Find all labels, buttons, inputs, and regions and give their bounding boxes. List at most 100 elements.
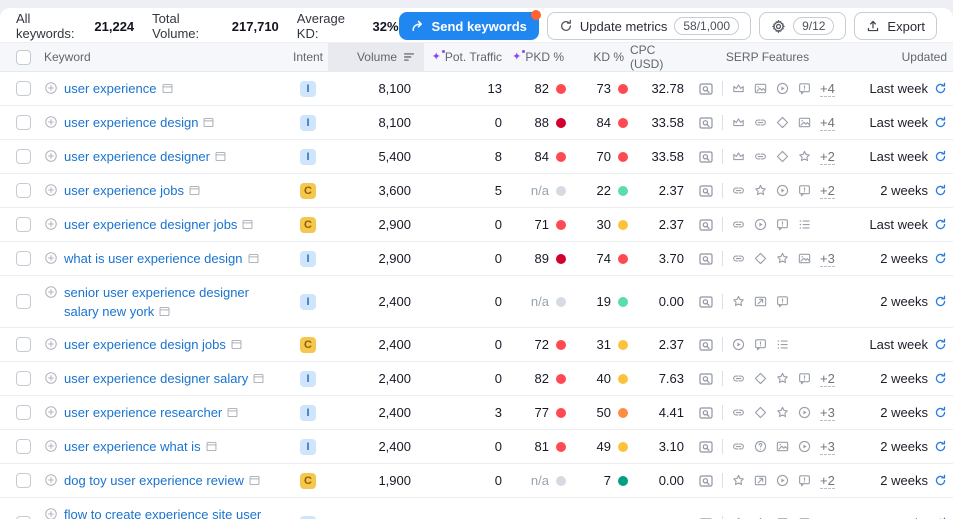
- serp-preview-icon[interactable]: [698, 217, 714, 233]
- serp-preview-icon[interactable]: [698, 183, 714, 199]
- add-keyword-icon[interactable]: [44, 149, 58, 163]
- refresh-metrics-icon[interactable]: [934, 338, 947, 351]
- keyword-link[interactable]: user experience: [64, 81, 157, 96]
- serp-snippet-icon[interactable]: [188, 184, 201, 197]
- serp-preview-icon[interactable]: [698, 405, 714, 421]
- add-keyword-icon[interactable]: [44, 217, 58, 231]
- row-checkbox[interactable]: [16, 251, 31, 266]
- row-checkbox[interactable]: [16, 115, 31, 130]
- intent-badge[interactable]: I: [300, 250, 316, 267]
- add-keyword-icon[interactable]: [44, 405, 58, 419]
- refresh-metrics-icon[interactable]: [934, 474, 947, 487]
- add-keyword-icon[interactable]: [44, 115, 58, 129]
- serp-snippet-icon[interactable]: [205, 440, 218, 453]
- serp-more-link[interactable]: +2: [820, 149, 835, 165]
- keyword-link[interactable]: flow to create experience site user: [64, 507, 261, 519]
- serp-preview-icon[interactable]: [698, 439, 714, 455]
- serp-snippet-icon[interactable]: [247, 252, 260, 265]
- add-keyword-icon[interactable]: [44, 473, 58, 487]
- add-keyword-icon[interactable]: [44, 183, 58, 197]
- row-checkbox[interactable]: [16, 337, 31, 352]
- add-keyword-icon[interactable]: [44, 81, 58, 95]
- serp-preview-icon[interactable]: [698, 251, 714, 267]
- keyword-link[interactable]: user experience design jobs: [64, 337, 226, 352]
- intent-badge[interactable]: I: [300, 114, 316, 131]
- serp-snippet-icon[interactable]: [158, 305, 171, 318]
- add-keyword-icon[interactable]: [44, 371, 58, 385]
- keyword-link[interactable]: user experience researcher: [64, 405, 222, 420]
- row-checkbox[interactable]: [16, 217, 31, 232]
- serp-snippet-icon[interactable]: [161, 82, 174, 95]
- intent-badge[interactable]: C: [300, 216, 316, 233]
- keyword-link[interactable]: what is user experience design: [64, 251, 243, 266]
- serp-preview-icon[interactable]: [698, 473, 714, 489]
- keyword-link[interactable]: user experience designer jobs: [64, 217, 237, 232]
- keyword-link[interactable]: user experience what is: [64, 439, 201, 454]
- serp-preview-icon[interactable]: [698, 81, 714, 97]
- serp-preview-icon[interactable]: [698, 294, 714, 310]
- intent-badge[interactable]: I: [300, 148, 316, 165]
- intent-badge[interactable]: C: [300, 472, 316, 489]
- intent-badge[interactable]: I: [300, 80, 316, 97]
- column-pot-traffic[interactable]: ✦ Pot. Traffic: [424, 43, 510, 71]
- column-kd[interactable]: KD %: [568, 43, 630, 71]
- column-volume[interactable]: Volume: [328, 43, 424, 71]
- add-keyword-icon[interactable]: [44, 439, 58, 453]
- intent-badge[interactable]: C: [300, 182, 316, 199]
- serp-snippet-icon[interactable]: [214, 150, 227, 163]
- row-checkbox[interactable]: [16, 473, 31, 488]
- column-intent[interactable]: Intent: [288, 43, 328, 71]
- row-checkbox[interactable]: [16, 294, 31, 309]
- refresh-metrics-icon[interactable]: [934, 150, 947, 163]
- intent-badge[interactable]: I: [300, 293, 316, 310]
- settings-button[interactable]: 9/12: [759, 12, 847, 40]
- keyword-link[interactable]: dog toy user experience review: [64, 473, 244, 488]
- refresh-metrics-icon[interactable]: [934, 440, 947, 453]
- keyword-link[interactable]: user experience design: [64, 115, 198, 130]
- serp-preview-icon[interactable]: [698, 149, 714, 165]
- serp-preview-icon[interactable]: [698, 371, 714, 387]
- serp-more-link[interactable]: +3: [820, 405, 835, 421]
- row-checkbox[interactable]: [16, 405, 31, 420]
- row-checkbox[interactable]: [16, 183, 31, 198]
- intent-badge[interactable]: I: [300, 404, 316, 421]
- select-all-checkbox[interactable]: [16, 49, 31, 65]
- add-keyword-icon[interactable]: [44, 337, 58, 351]
- column-cpc[interactable]: CPC (USD): [630, 43, 690, 71]
- refresh-metrics-icon[interactable]: [934, 218, 947, 231]
- row-checkbox[interactable]: [16, 149, 31, 164]
- add-keyword-icon[interactable]: [44, 285, 58, 299]
- row-checkbox[interactable]: [16, 81, 31, 96]
- serp-more-link[interactable]: +4: [820, 81, 835, 97]
- keyword-link[interactable]: user experience designer: [64, 149, 210, 164]
- serp-more-link[interactable]: +2: [820, 371, 835, 387]
- serp-preview-icon[interactable]: [698, 516, 714, 519]
- update-metrics-button[interactable]: Update metrics 58/1,000: [546, 12, 752, 40]
- serp-snippet-icon[interactable]: [248, 474, 261, 487]
- serp-snippet-icon[interactable]: [202, 116, 215, 129]
- add-keyword-icon[interactable]: [44, 251, 58, 265]
- serp-preview-icon[interactable]: [698, 115, 714, 131]
- serp-more-link[interactable]: +2: [820, 183, 835, 199]
- column-updated[interactable]: Updated: [845, 43, 953, 71]
- keyword-link[interactable]: user experience jobs: [64, 183, 184, 198]
- refresh-metrics-icon[interactable]: [934, 116, 947, 129]
- serp-snippet-icon[interactable]: [230, 338, 243, 351]
- intent-badge[interactable]: I: [300, 438, 316, 455]
- refresh-metrics-icon[interactable]: [934, 372, 947, 385]
- column-pkd[interactable]: ✦ PKD %: [510, 43, 568, 71]
- serp-more-link[interactable]: +3: [820, 439, 835, 455]
- intent-badge[interactable]: I: [300, 515, 316, 519]
- row-checkbox[interactable]: [16, 371, 31, 386]
- send-keywords-button[interactable]: Send keywords: [398, 10, 541, 40]
- column-keyword[interactable]: Keyword: [38, 43, 288, 71]
- serp-more-link[interactable]: +2: [820, 473, 835, 489]
- refresh-metrics-icon[interactable]: [934, 295, 947, 308]
- keyword-link[interactable]: senior user experience designer salary n…: [64, 285, 249, 319]
- serp-snippet-icon[interactable]: [241, 218, 254, 231]
- add-keyword-icon[interactable]: [44, 507, 58, 519]
- serp-more-link[interactable]: +4: [820, 115, 835, 131]
- serp-snippet-icon[interactable]: [226, 406, 239, 419]
- intent-badge[interactable]: C: [300, 336, 316, 353]
- refresh-metrics-icon[interactable]: [934, 184, 947, 197]
